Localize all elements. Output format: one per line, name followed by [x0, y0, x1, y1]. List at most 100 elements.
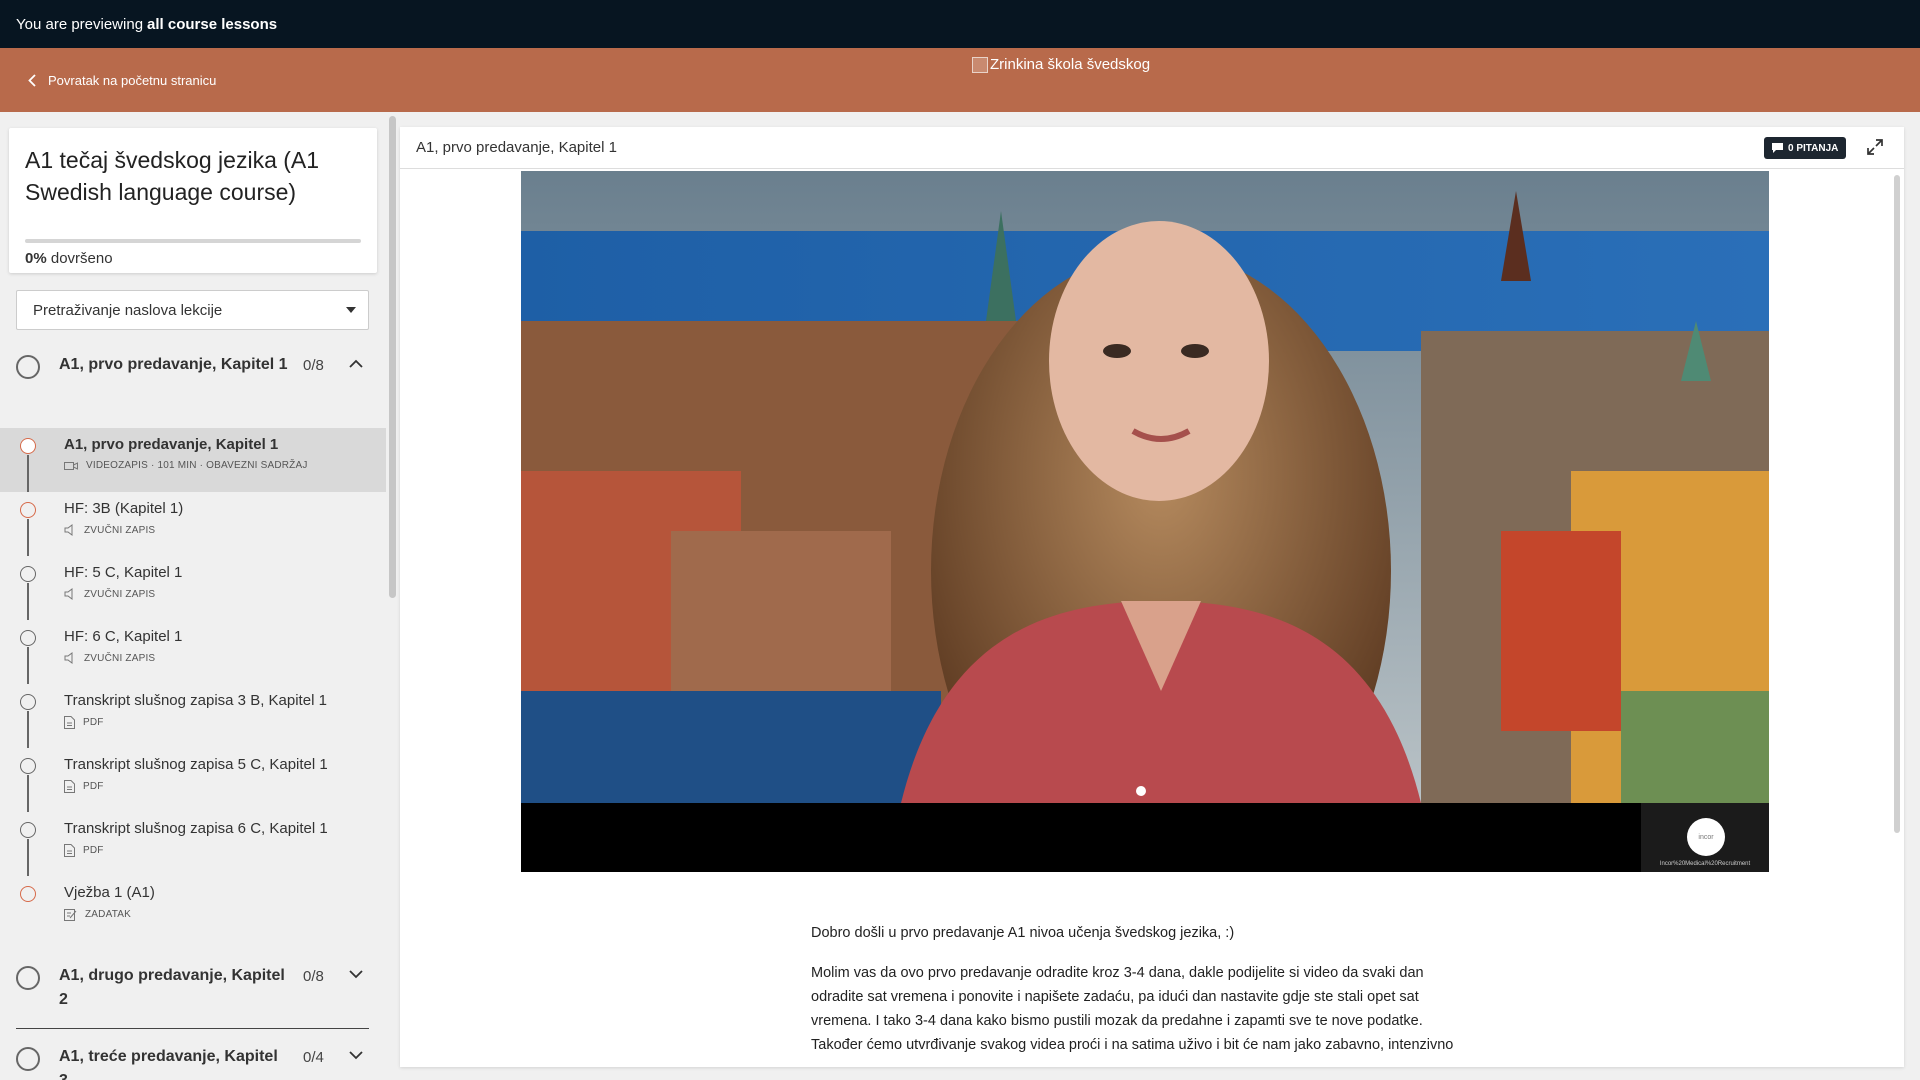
lesson-meta: PDF	[64, 844, 104, 857]
lesson-paragraph: Molim vas da ovo prvo predavanje odradit…	[811, 965, 1454, 1053]
lesson-meta: ZVUČNI ZAPIS	[64, 588, 155, 600]
lesson-status-dot	[20, 566, 36, 582]
lesson-item-4[interactable]: HF: 6 C, Kapitel 1 ZVUČNI ZAPIS	[16, 620, 386, 684]
lesson-search-dropdown[interactable]: Pretraživanje naslova lekcije	[16, 290, 369, 330]
course-progress-bar	[25, 239, 361, 243]
lesson-status-dot	[20, 438, 36, 454]
course-progress-suffix: dovršeno	[50, 250, 113, 267]
chapter-1-header[interactable]: A1, prvo predavanje, Kapitel 1 0/8	[16, 355, 369, 431]
lesson-title: Transkript slušnog zapisa 3 B, Kapitel 1	[64, 692, 327, 709]
lesson-status-dot	[20, 822, 36, 838]
lesson-meta-text: ZVUČNI ZAPIS	[84, 652, 156, 664]
lesson-content-header: A1, prvo predavanje, Kapitel 1 0 PITANJA	[400, 127, 1904, 169]
lesson-connector-line	[27, 839, 29, 876]
lesson-item-7[interactable]: Transkript slušnog zapisa 6 C, Kapitel 1…	[16, 812, 386, 876]
lesson-meta: PDF	[64, 780, 104, 793]
lesson-title: A1, prvo predavanje, Kapitel 1	[64, 436, 279, 453]
chapter-title: A1, treće predavanje, Kapitel 3	[59, 1048, 278, 1080]
lesson-title: Vježba 1 (A1)	[64, 884, 155, 901]
lesson-content-title: A1, prvo predavanje, Kapitel 1	[416, 139, 617, 156]
lesson-title: HF: 3B (Kapitel 1)	[64, 500, 184, 517]
audio-icon	[64, 524, 73, 536]
lesson-content-panel: A1, prvo predavanje, Kapitel 1 0 PITANJA	[400, 127, 1904, 1067]
chapter-3-header[interactable]: A1, treće predavanje, Kapitel 3 0/4	[16, 1047, 369, 1080]
lesson-status-dot	[20, 630, 36, 646]
pdf-icon	[64, 780, 75, 793]
content-scrollbar[interactable]	[1894, 175, 1900, 833]
lesson-connector-line	[27, 647, 29, 684]
chevron-down-icon	[349, 1051, 363, 1060]
lesson-title: Transkript slušnog zapisa 6 C, Kapitel 1	[64, 820, 328, 837]
lesson-meta-text: ZVUČNI ZAPIS	[84, 588, 156, 600]
chevron-left-icon	[28, 73, 36, 87]
watermark-logo: incor	[1687, 818, 1725, 856]
sidebar-scrollbar[interactable]	[389, 116, 396, 598]
lesson-status-dot	[20, 758, 36, 774]
lesson-search-label: Pretraživanje naslova lekcije	[33, 301, 223, 319]
lesson-connector-line	[27, 583, 29, 620]
course-card: A1 tečaj švedskog jezika (A1 Swedish lan…	[9, 128, 377, 273]
lesson-item-8[interactable]: Vježba 1 (A1) ZADATAK	[16, 876, 386, 940]
lesson-meta-text: ZVUČNI ZAPIS	[84, 524, 156, 536]
lesson-status-dot	[20, 886, 36, 902]
lesson-meta: ZVUČNI ZAPIS	[64, 652, 155, 664]
lesson-title: Transkript slušnog zapisa 5 C, Kapitel 1	[64, 756, 328, 773]
preview-banner: You are previewing all course lessons	[0, 0, 1920, 48]
lesson-item-1[interactable]: A1, prvo predavanje, Kapitel 1 VIDEOZAPI…	[0, 428, 386, 492]
chapter-progress-count: 0/4	[303, 1049, 324, 1066]
chevron-down-icon	[349, 970, 363, 979]
chapter-progress-count: 0/8	[303, 357, 324, 374]
back-to-home-link[interactable]: Povratak na početnu stranicu	[28, 48, 216, 112]
lesson-item-2[interactable]: HF: 3B (Kapitel 1) ZVUČNI ZAPIS	[16, 492, 386, 556]
chapter-divider	[16, 1028, 369, 1029]
lesson-meta: ZVUČNI ZAPIS	[64, 524, 155, 536]
lesson-meta: ZADATAK	[64, 908, 131, 921]
watermark-text: Incor%20Medical%20Recruitment	[1659, 861, 1751, 867]
audio-icon	[64, 652, 73, 664]
video-frame-image	[521, 171, 1769, 803]
expand-icon[interactable]	[1866, 138, 1884, 156]
audio-icon	[64, 588, 73, 600]
school-logo-alt-text: Zrinkina škola švedskog	[990, 56, 1151, 73]
chapter-status-circle-icon	[16, 966, 40, 990]
course-progress-value: 0%	[25, 250, 47, 267]
lesson-status-dot	[20, 694, 36, 710]
brand-header: Povratak na početnu stranicu Zrinkina šk…	[0, 48, 1920, 112]
chapter-progress-count: 0/8	[303, 968, 324, 985]
video-icon	[64, 461, 78, 470]
course-progress-label: 0% dovršeno	[25, 250, 113, 267]
lesson-connector-line	[27, 455, 29, 492]
lesson-video-player[interactable]: incor Incor%20Medical%20Recruitment	[521, 171, 1769, 872]
lesson-description: Dobro došli u prvo predavanje A1 nivoa u…	[811, 921, 1471, 1067]
lesson-status-dot	[20, 502, 36, 518]
chapter-title: A1, drugo predavanje, Kapitel 2	[59, 967, 285, 1008]
lesson-meta: PDF	[64, 716, 104, 729]
lesson-meta-text: PDF	[83, 845, 104, 856]
video-watermark: incor Incor%20Medical%20Recruitment	[1641, 803, 1769, 872]
back-link-label: Povratak na početnu stranicu	[48, 72, 217, 88]
lesson-meta-text: PDF	[83, 781, 104, 792]
lesson-meta-text: ZADATAK	[85, 909, 132, 920]
lesson-item-3[interactable]: HF: 5 C, Kapitel 1 ZVUČNI ZAPIS	[16, 556, 386, 620]
lesson-meta-text: VIDEOZAPIS · 101 MIN · OBAVEZNI SADRŽAJ	[86, 460, 308, 471]
lesson-list: A1, prvo predavanje, Kapitel 1 VIDEOZAPI…	[0, 428, 386, 940]
lesson-connector-line	[27, 775, 29, 812]
preview-banner-emphasis: all course lessons	[147, 15, 278, 33]
chapter-2-header[interactable]: A1, drugo predavanje, Kapitel 2 0/8	[16, 966, 369, 1038]
pdf-icon	[64, 844, 75, 857]
lesson-item-5[interactable]: Transkript slušnog zapisa 3 B, Kapitel 1…	[16, 684, 386, 748]
course-sidebar: A1 tečaj švedskog jezika (A1 Swedish lan…	[0, 112, 386, 1080]
lesson-item-6[interactable]: Transkript slušnog zapisa 5 C, Kapitel 1…	[16, 748, 386, 812]
chapter-status-circle-icon	[16, 1047, 40, 1071]
school-logo[interactable]: Zrinkina škola švedskog	[972, 56, 1150, 73]
assignment-icon	[64, 909, 77, 921]
lesson-connector-line	[27, 519, 29, 556]
lesson-meta-text: PDF	[83, 717, 104, 728]
lesson-title: HF: 5 C, Kapitel 1	[64, 564, 183, 581]
lesson-meta: VIDEOZAPIS · 101 MIN · OBAVEZNI SADRŽAJ	[64, 460, 308, 471]
lesson-paragraph: Dobro došli u prvo predavanje A1 nivoa u…	[811, 925, 1235, 941]
chevron-up-icon	[349, 359, 363, 368]
chapter-title: A1, prvo predavanje, Kapitel 1	[59, 356, 288, 373]
course-title: A1 tečaj švedskog jezika (A1 Swedish lan…	[25, 147, 320, 205]
questions-button[interactable]: 0 PITANJA	[1764, 137, 1847, 159]
